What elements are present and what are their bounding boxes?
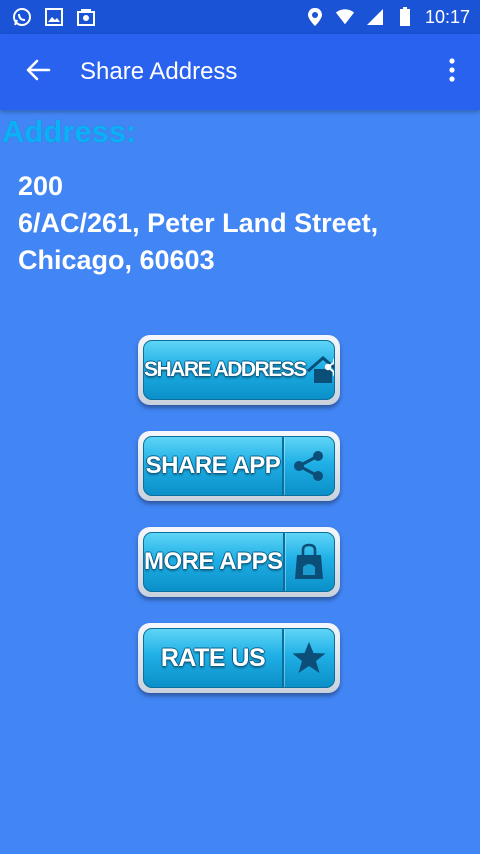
status-bar: 10:17 <box>0 0 480 34</box>
address-text: 200 6/AC/261, Peter Land Street, Chicago… <box>18 168 468 279</box>
share-app-button[interactable]: SHARE APP <box>138 431 340 501</box>
shopping-bag-icon <box>285 533 334 591</box>
image-icon <box>44 7 64 27</box>
more-vert-icon <box>448 57 456 88</box>
share-address-button[interactable]: SHARE ADDRESS <box>138 335 340 405</box>
status-time: 10:17 <box>424 6 470 27</box>
rate-us-label: RATE US <box>160 643 266 672</box>
home-share-icon <box>306 341 334 399</box>
overflow-menu-button[interactable] <box>424 34 480 110</box>
photo-library-icon <box>76 7 96 27</box>
location-icon <box>305 7 325 27</box>
page-title: Share Address <box>80 58 238 85</box>
battery-icon <box>395 7 415 27</box>
more-apps-label: MORE APPS <box>144 548 283 575</box>
star-icon <box>284 629 334 687</box>
status-right-icons: 10:17 <box>305 7 470 28</box>
address-line-2: 6/AC/261, Peter Land Street, <box>18 208 379 238</box>
share-app-label: SHARE APP <box>145 452 281 479</box>
status-left-icons <box>12 7 96 27</box>
address-label: Address: <box>2 114 137 149</box>
more-apps-button[interactable]: MORE APPS <box>138 527 340 597</box>
signal-icon <box>365 7 385 27</box>
rate-us-button[interactable]: RATE US <box>138 623 340 693</box>
share-icon <box>284 437 334 495</box>
address-line-3: Chicago, 60603 <box>18 245 215 275</box>
back-button[interactable] <box>0 34 76 110</box>
share-address-label: SHARE ADDRESS <box>144 358 307 381</box>
arrow-back-icon <box>25 57 51 88</box>
app-bar: Share Address <box>0 34 480 110</box>
whatsapp-icon <box>12 7 32 27</box>
address-line-1: 200 <box>18 171 64 201</box>
wifi-icon <box>335 7 355 27</box>
